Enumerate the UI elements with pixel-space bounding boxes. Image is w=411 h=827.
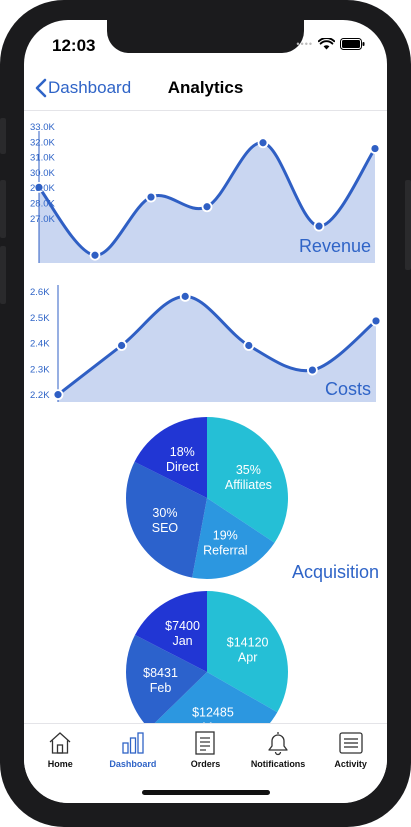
tab-activity-label: Activity xyxy=(334,759,367,769)
status-time: 12:03 xyxy=(52,36,96,55)
acquisition-slice-label-0: 35% xyxy=(236,463,261,477)
power-button xyxy=(405,180,411,270)
tab-home-label: Home xyxy=(47,759,73,769)
monthly-profit-slice-label-0: $14120 xyxy=(227,635,269,649)
revenue-point-5 xyxy=(313,220,325,232)
acquisition-slice-sublabel-2: SEO xyxy=(152,521,179,535)
costs-point-3 xyxy=(243,340,255,351)
costs-point-5 xyxy=(370,315,382,327)
monthly-profit-slice-sublabel-2: Feb xyxy=(150,681,172,695)
costs-point-4 xyxy=(306,364,318,376)
back-button-label: Dashboard xyxy=(48,78,132,97)
device-frame: 12:03 •••• Dashboard Analytics 33.0K 32.… xyxy=(0,0,411,827)
acquisition-slice-sublabel-0: Affiliates xyxy=(225,478,272,492)
acquisition-slice-label-1: 19% xyxy=(213,528,238,542)
tab-home[interactable]: Home xyxy=(24,724,97,803)
clipboard-icon xyxy=(195,731,216,755)
costs-point-1 xyxy=(116,340,127,351)
costs-y-tick-2: 2.4K xyxy=(30,339,50,350)
revenue-series-label: Revenue xyxy=(299,236,371,256)
bar-chart-icon xyxy=(122,732,144,754)
screen: 12:03 •••• Dashboard Analytics 33.0K 32.… xyxy=(24,20,387,803)
costs-y-tick-1: 2.5K xyxy=(30,313,50,324)
revenue-point-2 xyxy=(145,191,157,203)
status-indicators: •••• xyxy=(296,38,365,50)
home-indicator xyxy=(142,790,270,795)
chevron-left-icon xyxy=(35,78,47,98)
monthly-profit-slice-sublabel-3: Jan xyxy=(172,634,192,648)
tab-orders-label: Orders xyxy=(190,759,221,769)
charts-canvas: 33.0K 32.0K 31.0K 30.0K 29.0K 28.0K 27.0K Reven… xyxy=(30,122,382,723)
volume-up-button xyxy=(0,180,6,238)
signal-dots-icon: •••• xyxy=(296,39,313,49)
bell-icon xyxy=(268,732,288,756)
acquisition-slice-sublabel-1: Referral xyxy=(203,543,247,557)
monthly-profit-slice-label-2: $8431 xyxy=(143,666,178,680)
mute-switch xyxy=(0,118,6,154)
wifi-icon xyxy=(318,38,335,50)
costs-point-0 xyxy=(52,389,64,401)
revenue-point-4 xyxy=(257,137,269,149)
tab-dashboard-label: Dashboard xyxy=(109,759,157,769)
tab-notifications-label: Notifications xyxy=(250,759,306,769)
notch xyxy=(107,20,304,53)
revenue-y-tick-4: 29.0K xyxy=(30,183,55,194)
revenue-y-tick-5: 28.0K xyxy=(30,199,55,210)
revenue-y-tick-3: 30.0K xyxy=(30,168,55,179)
revenue-point-6 xyxy=(369,143,381,154)
acquisition-slice-label-3: 18% xyxy=(170,445,195,459)
back-button[interactable]: Dashboard xyxy=(34,78,131,98)
costs-series-label: Costs xyxy=(325,379,371,399)
volume-down-button xyxy=(0,246,6,304)
revenue-point-1 xyxy=(89,249,101,261)
acquisition-title: Acquisition xyxy=(292,562,379,582)
costs-y-tick-0: 2.6K xyxy=(30,287,50,298)
navigation-bar: Dashboard Analytics xyxy=(24,70,387,111)
acquisition-slice-sublabel-3: Direct xyxy=(166,460,199,474)
revenue-y-tick-0: 33.0K xyxy=(30,122,55,133)
revenue-y-tick-2: 31.0K xyxy=(30,153,55,164)
battery-icon xyxy=(340,38,365,50)
monthly-profit-slice-label-1: $12485 xyxy=(192,706,234,720)
revenue-point-3 xyxy=(201,201,213,213)
costs-y-tick-4: 2.2K xyxy=(30,390,50,401)
costs-point-2 xyxy=(179,290,191,302)
tab-activity[interactable]: Activity xyxy=(314,724,387,803)
revenue-y-tick-1: 32.0K xyxy=(30,137,55,148)
revenue-y-tick-6: 27.0K xyxy=(30,214,55,225)
monthly-profit-slice-label-3: $7400 xyxy=(165,619,200,633)
acquisition-slice-label-2: 30% xyxy=(152,506,177,520)
house-icon xyxy=(49,732,71,754)
analytics-content[interactable]: 33.0K 32.0K 31.0K 30.0K 29.0K 28.0K 27.0K Reven… xyxy=(24,111,387,723)
costs-y-tick-3: 2.3K xyxy=(30,364,50,375)
list-icon xyxy=(339,732,363,754)
monthly-profit-slice-sublabel-0: Apr xyxy=(238,650,257,664)
